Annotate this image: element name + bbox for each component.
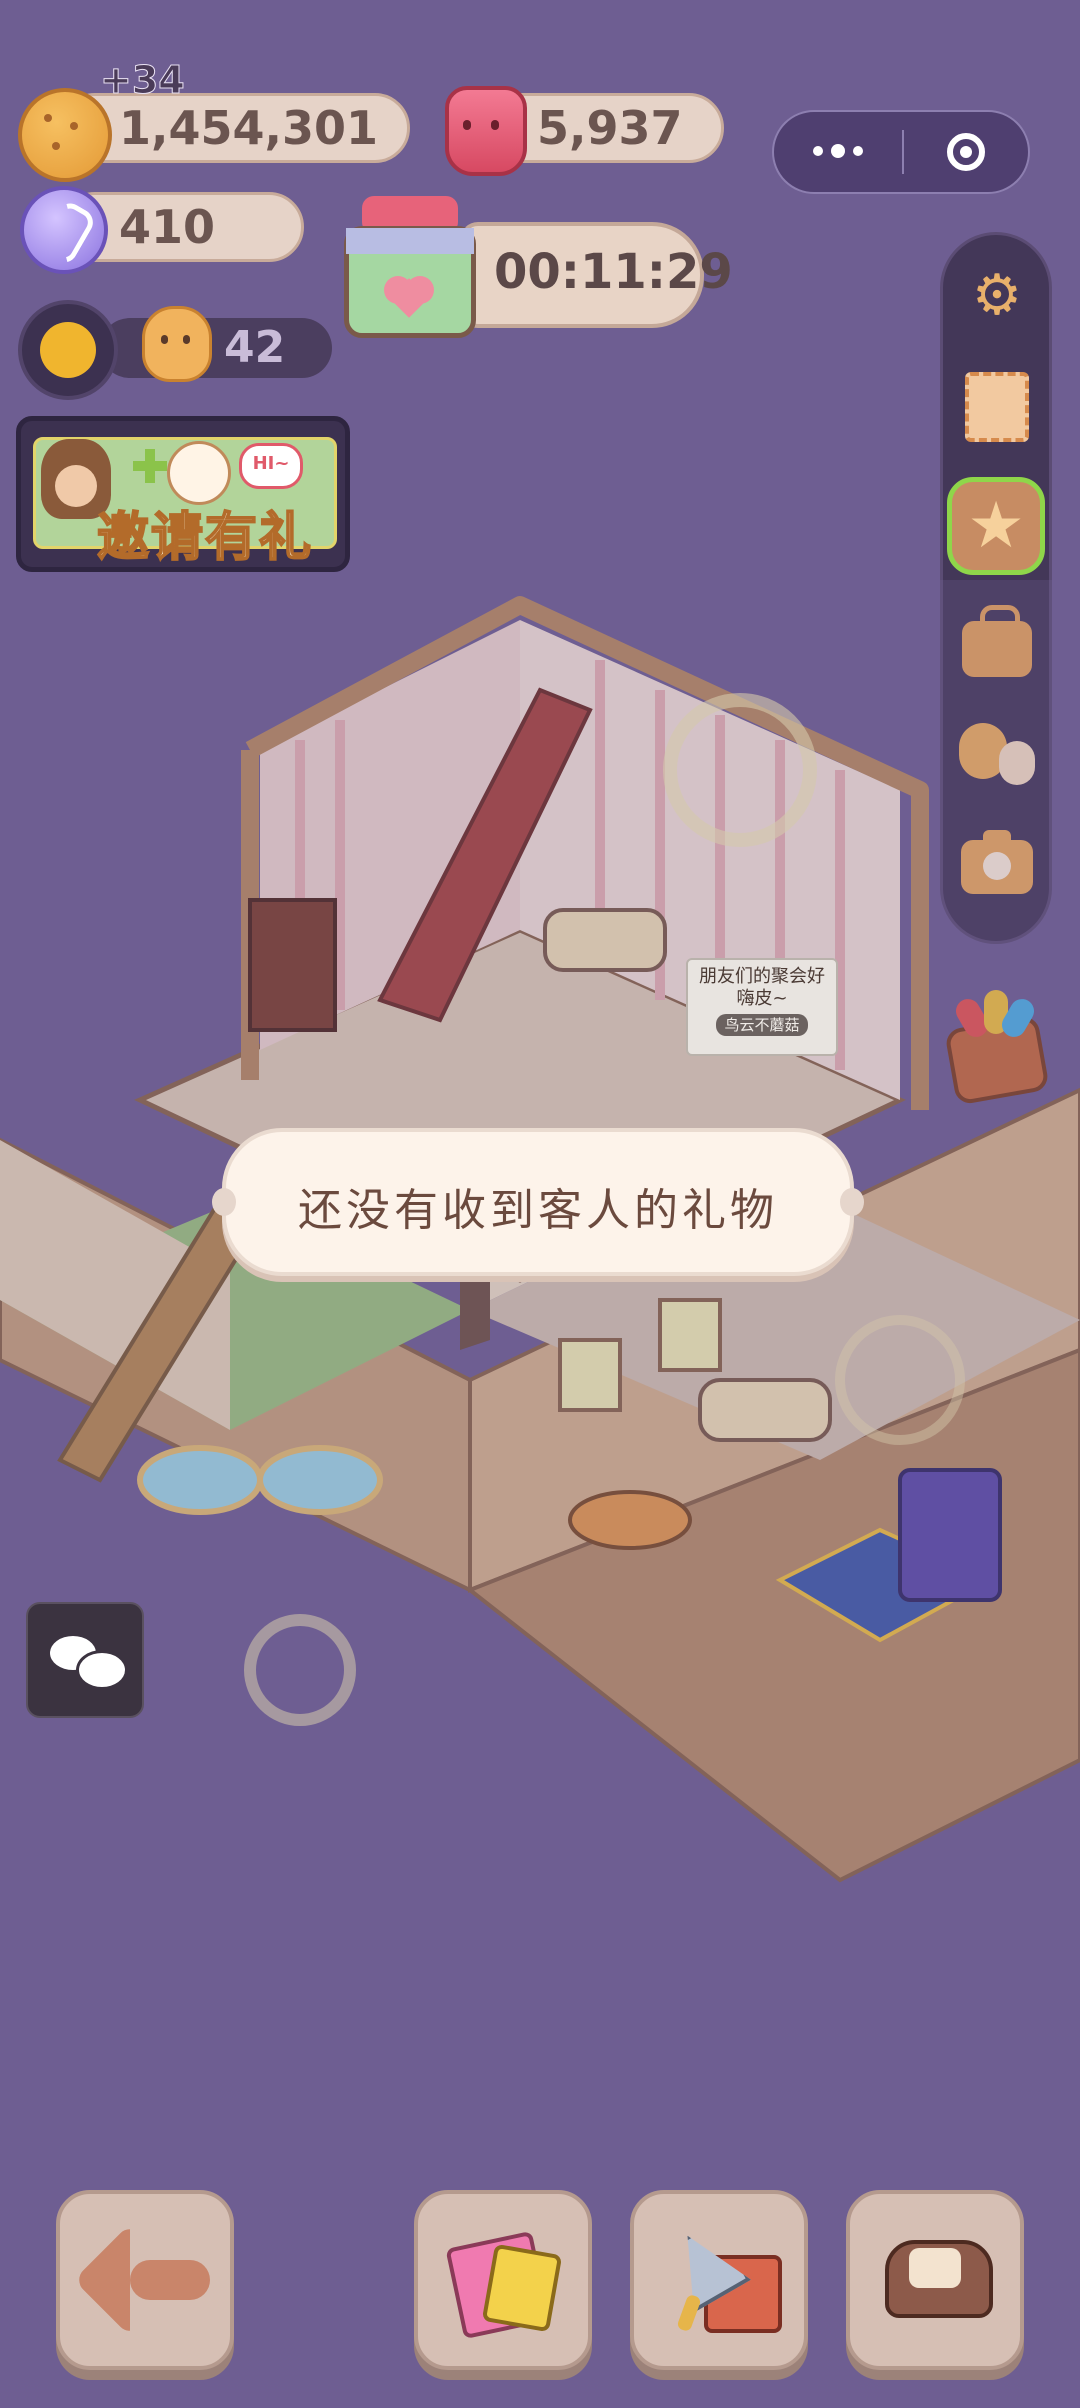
target-circle-icon xyxy=(947,133,985,171)
build-button[interactable] xyxy=(630,2190,808,2370)
more-dots-icon xyxy=(813,144,863,158)
cookie-buddy-icon xyxy=(142,306,212,382)
gold-cookie-icon xyxy=(18,88,112,182)
candy-amount: 410 xyxy=(119,200,216,254)
plus-icon xyxy=(133,449,167,483)
more-menu-button[interactable] xyxy=(774,112,902,192)
bonus-bar[interactable]: 42 xyxy=(100,318,332,378)
candy-icon xyxy=(20,186,108,274)
gear-icon: ⚙ xyxy=(971,262,1023,328)
furniture-button[interactable] xyxy=(846,2190,1024,2370)
sun-badge-icon xyxy=(18,300,118,400)
guest-message-sign[interactable]: 朋友们的聚会好 嗨皮~ 鸟云不蘑菇 xyxy=(686,958,838,1056)
chat-button[interactable] xyxy=(26,1602,144,1718)
guest-message-line2: 嗨皮~ xyxy=(736,988,788,1009)
decorate-button[interactable] xyxy=(414,2190,592,2370)
arrow-left-icon xyxy=(80,2230,210,2330)
gift-box-icon[interactable] xyxy=(340,196,480,342)
back-button[interactable] xyxy=(56,2190,234,2370)
stamp-icon xyxy=(965,372,1029,442)
wallpaper-roll-icon xyxy=(445,2225,563,2340)
trowel-bricks-icon xyxy=(664,2225,782,2335)
guest-message-author: 鸟云不蘑菇 xyxy=(716,1014,808,1036)
jelly-gem-icon xyxy=(445,86,527,176)
guest-message-line1: 朋友们的聚会好 xyxy=(699,966,825,987)
hi-bubble-text: HI~ xyxy=(252,453,290,474)
gold-delta: +34 xyxy=(100,58,186,103)
star-collection-button[interactable]: ★ xyxy=(947,477,1045,575)
toast-message: 还没有收到客人的礼物 xyxy=(298,1185,778,1236)
settings-button[interactable]: ⚙ xyxy=(955,253,1039,337)
sofa-icon xyxy=(875,2230,995,2330)
gold-amount: 1,454,301 xyxy=(119,101,378,155)
gift-timer-panel[interactable]: 00:11:29 xyxy=(460,222,733,328)
gem-amount: 5,937 xyxy=(537,101,683,155)
miniprogram-capsule xyxy=(772,110,1030,194)
invite-label: 邀请有礼 xyxy=(96,507,314,569)
stamp-button[interactable] xyxy=(955,365,1039,449)
bonus-count: 42 xyxy=(224,322,286,373)
toast: 还没有收到客人的礼物 xyxy=(212,1128,864,1276)
invite-banner[interactable]: HI~ 邀请有礼 xyxy=(16,416,350,572)
chat-bubbles-icon xyxy=(50,1636,128,1690)
close-miniprogram-button[interactable] xyxy=(904,112,1028,192)
gold-counter[interactable]: 1,454,301 xyxy=(60,93,410,163)
hi-bubble-icon: HI~ xyxy=(239,443,303,489)
gift-timer: 00:11:29 xyxy=(494,244,733,300)
star-icon: ★ xyxy=(967,489,1025,563)
